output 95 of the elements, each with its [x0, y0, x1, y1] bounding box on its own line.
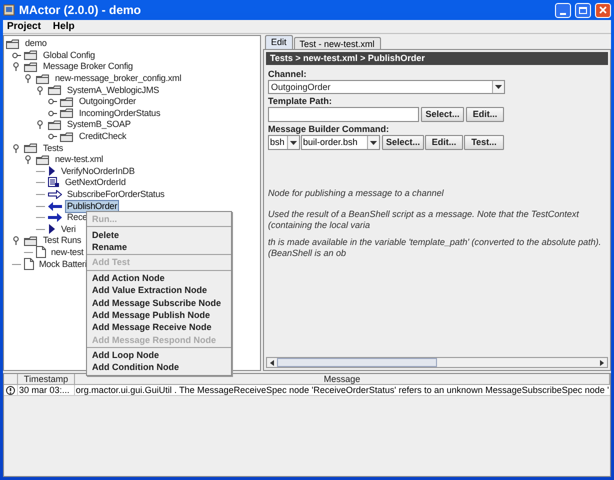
folder-icon	[48, 85, 62, 96]
caret-icon	[290, 140, 297, 144]
field-label: Message Builder Command:	[268, 124, 390, 135]
collapsed-handle-icon[interactable]	[48, 97, 57, 106]
folder-icon	[48, 120, 62, 130]
folder-icon	[36, 74, 50, 84]
expanded-handle-icon[interactable]	[24, 155, 33, 164]
tree-item[interactable]: Message Broker Config	[41, 60, 135, 74]
left-arrow-icon	[48, 202, 62, 211]
maximize-button[interactable]	[575, 2, 591, 18]
menu-item[interactable]: Add Value Extraction Node	[87, 284, 232, 296]
tree-item[interactable]: CreditCheck	[77, 130, 128, 144]
menu-item[interactable]: Rename	[87, 240, 232, 254]
button[interactable]: Edit...	[425, 135, 463, 150]
tree-item[interactable]: VerifyNoOrderInDB	[59, 164, 137, 178]
tree-item[interactable]: Rece	[65, 211, 90, 224]
breadcrumb-bar: Tests > new-test.xml > PublishOrder	[266, 52, 608, 65]
folder-icon	[36, 154, 50, 165]
menu-item[interactable]: Help	[52, 19, 75, 34]
tree-item[interactable]: Veri	[59, 222, 78, 236]
field-label: Channel:	[268, 69, 308, 80]
menu-item[interactable]: Project	[7, 19, 41, 34]
caret-icon	[370, 140, 377, 144]
tree-item[interactable]: IncomingOrderStatus	[77, 106, 162, 120]
menu-item[interactable]: Add Action Node	[87, 272, 232, 284]
tree-item[interactable]: Mock Batteri	[37, 258, 89, 271]
expanded-handle-icon[interactable]	[36, 120, 45, 130]
folder-icon	[24, 62, 38, 72]
tree-item[interactable]: new-test	[49, 246, 86, 259]
dropdown[interactable]: buil-order.bsh	[301, 135, 380, 150]
close-button[interactable]	[595, 2, 611, 18]
document-icon	[36, 246, 46, 258]
description-text: Used the result of a BeanShell script as a message. Note that the TestContext (containing the local varia	[268, 209, 580, 231]
window-title: MActor (2.0.0) - demo	[19, 2, 142, 19]
tree-item[interactable]: Global Config	[41, 48, 97, 62]
app-icon	[3, 4, 15, 16]
folder-icon	[60, 108, 74, 118]
tree-item[interactable]: Test Runs	[41, 234, 84, 248]
menu-item[interactable]: Add Condition Node	[87, 361, 232, 374]
dropdown[interactable]: bsh	[268, 135, 300, 150]
table-cell: 30 mar 03:...	[18, 384, 75, 396]
field-label: Template Path:	[268, 96, 333, 107]
expanded-handle-icon[interactable]	[12, 62, 21, 72]
button[interactable]: Edit...	[466, 107, 504, 122]
collapsed-handle-icon[interactable]	[48, 108, 57, 118]
expanded-handle-icon[interactable]	[36, 86, 45, 95]
tree-item[interactable]: SubscribeForOrderStatus	[65, 188, 166, 202]
folder-icon	[60, 132, 74, 142]
tree-item[interactable]: SystemB_SOAP	[65, 118, 133, 132]
button[interactable]: Test...	[464, 135, 504, 150]
close-icon	[599, 6, 607, 14]
folder-icon	[6, 38, 20, 49]
folder-icon	[60, 96, 74, 107]
menu-item[interactable]: Add Message Subscribe Node	[87, 296, 232, 309]
menu-item[interactable]: Add Loop Node	[87, 348, 232, 362]
tree-item[interactable]: OutgoingOrder	[77, 95, 138, 108]
table-icon	[48, 177, 60, 188]
tree-item[interactable]: demo	[23, 37, 49, 50]
expanded-handle-icon[interactable]	[24, 74, 33, 84]
folder-icon	[24, 236, 38, 246]
tab[interactable]: Edit	[265, 35, 293, 49]
minimize-button[interactable]	[555, 2, 571, 18]
collapsed-handle-icon[interactable]	[12, 50, 21, 60]
description-text: Node for publishing a message to a channel	[268, 188, 445, 199]
tab[interactable]: Test - new-test.xml	[294, 37, 381, 49]
horizontal-scrollbar[interactable]	[266, 357, 608, 368]
triangle-icon	[48, 166, 56, 176]
tree-item[interactable]: new-message_broker_config.xml	[53, 72, 184, 86]
expanded-handle-icon[interactable]	[12, 236, 21, 246]
button[interactable]: Select...	[382, 135, 424, 150]
tree-item[interactable]: new-test.xml	[53, 153, 106, 166]
collapsed-handle-icon[interactable]	[48, 132, 57, 142]
expanded-handle-icon[interactable]	[12, 144, 21, 153]
input-field[interactable]	[268, 107, 419, 122]
tree-item[interactable]: PublishOrder	[65, 200, 120, 213]
triangle-icon	[48, 224, 56, 234]
tree-item[interactable]: Tests	[41, 142, 66, 155]
folder-icon	[24, 143, 38, 154]
menu-item[interactable]: Delete	[87, 228, 232, 241]
outline-arrow-icon	[48, 190, 62, 200]
right-arrow-icon	[48, 213, 62, 222]
menu-item[interactable]: Add Message Publish Node	[87, 308, 232, 322]
column-header[interactable]: Timestamp	[18, 374, 75, 384]
description-text: th is made available in the variable 'template_path' (converted to the absolute path). (BeanShell is an ob	[268, 237, 602, 259]
caret-icon	[495, 85, 502, 89]
tree-item[interactable]: SystemA_WeblogicJMS	[65, 84, 162, 97]
button[interactable]: Select...	[421, 107, 464, 122]
menu-item[interactable]: Add Message Receive Node	[87, 321, 232, 334]
left-arrow-icon[interactable]	[270, 360, 274, 366]
table-cell: org.mactor.ui.gui.GuiUtil . The MessageReceiveSpec node 'ReceiveOrderStatus' refers to an unknown MessageSubscribeSpec node '	[74, 384, 610, 396]
document-icon	[24, 258, 34, 270]
dropdown[interactable]: OutgoingOrder	[268, 80, 505, 94]
folder-icon	[24, 50, 38, 60]
right-arrow-icon[interactable]	[600, 360, 604, 366]
tree-item[interactable]: GetNextOrderId	[63, 176, 128, 190]
